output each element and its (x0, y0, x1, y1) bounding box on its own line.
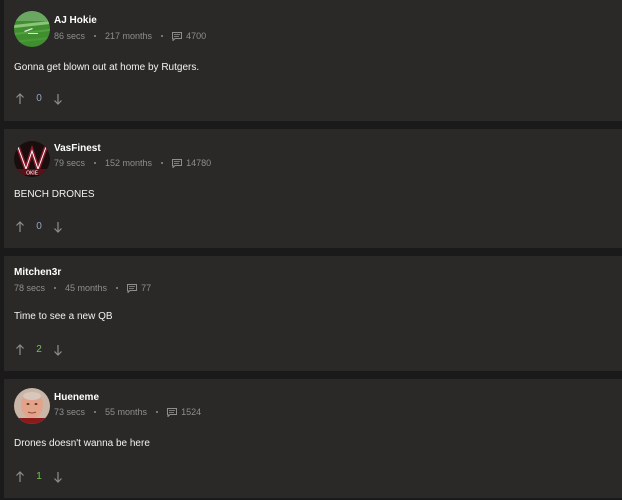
separator-dot-icon (94, 411, 97, 413)
comment-text: Gonna get blown out at home by Rutgers. (14, 62, 200, 73)
vote-controls: 2 (15, 344, 63, 356)
vote-score: 2 (36, 344, 42, 355)
comment-text: Time to see a new QB (14, 311, 113, 322)
upvote-arrow-icon[interactable] (15, 221, 25, 233)
post-time: 79 secs (54, 158, 86, 168)
comment-text: Drones doesn't wanna be here (14, 438, 150, 449)
svg-text:OKIE: OKIE (26, 171, 38, 177)
vote-score: 1 (36, 471, 42, 482)
comment-card: Hueneme 73 secs 55 months 1524 Drones do… (4, 379, 622, 498)
username[interactable]: Hueneme (54, 392, 99, 404)
comment-meta: 79 secs 152 months 14780 (54, 157, 211, 169)
upvote-arrow-icon[interactable] (15, 344, 25, 356)
separator-dot-icon (94, 162, 97, 164)
post-time: 86 secs (54, 31, 86, 41)
member-tenure: 45 months (65, 283, 108, 293)
post-time: 78 secs (14, 283, 46, 293)
comment-card: AJ Hokie 86 secs 217 months 4700 Gonna g… (4, 0, 622, 121)
post-count: 4700 (186, 31, 207, 41)
avatar-field-icon[interactable] (14, 11, 50, 47)
comment-icon (127, 283, 138, 293)
comment-meta: 73 secs 55 months 1524 (54, 406, 201, 418)
downvote-arrow-icon[interactable] (53, 221, 63, 233)
vote-controls: 0 (15, 221, 63, 233)
separator-dot-icon (161, 35, 164, 37)
member-tenure: 217 months (105, 31, 153, 41)
comment-icon (167, 407, 178, 417)
comment-text: BENCH DRONES (14, 189, 95, 200)
separator-dot-icon (54, 287, 57, 289)
post-count: 1524 (181, 407, 202, 417)
username[interactable]: AJ Hokie (54, 15, 97, 27)
post-count: 14780 (186, 158, 212, 168)
username[interactable]: VasFinest (54, 143, 101, 155)
vote-controls: 0 (15, 93, 63, 105)
comment-card: OKIE VasFinest 79 secs 152 months 14780 … (4, 129, 622, 248)
separator-dot-icon (116, 287, 119, 289)
comment-meta: 86 secs 217 months 4700 (54, 30, 206, 42)
comment-card: Mitchen3r 78 secs 45 months 77 Time to s… (4, 256, 622, 371)
separator-dot-icon (94, 35, 97, 37)
vote-score: 0 (36, 93, 42, 104)
post-time: 73 secs (54, 407, 86, 417)
comment-feed: AJ Hokie 86 secs 217 months 4700 Gonna g… (0, 0, 622, 500)
avatar-vt-logo-icon[interactable]: OKIE (14, 141, 50, 177)
separator-dot-icon (161, 162, 164, 164)
avatar-face-icon[interactable] (14, 388, 50, 424)
comment-meta: 78 secs 45 months 77 (14, 282, 151, 294)
post-count: 77 (141, 283, 152, 293)
comment-icon (172, 158, 183, 168)
comment-icon (172, 31, 183, 41)
member-tenure: 55 months (105, 407, 148, 417)
member-tenure: 152 months (105, 158, 153, 168)
upvote-arrow-icon[interactable] (15, 471, 25, 483)
downvote-arrow-icon[interactable] (53, 93, 63, 105)
downvote-arrow-icon[interactable] (53, 471, 63, 483)
username[interactable]: Mitchen3r (14, 267, 61, 279)
separator-dot-icon (156, 411, 159, 413)
vote-controls: 1 (15, 471, 63, 483)
vote-score: 0 (36, 221, 42, 232)
downvote-arrow-icon[interactable] (53, 344, 63, 356)
upvote-arrow-icon[interactable] (15, 93, 25, 105)
